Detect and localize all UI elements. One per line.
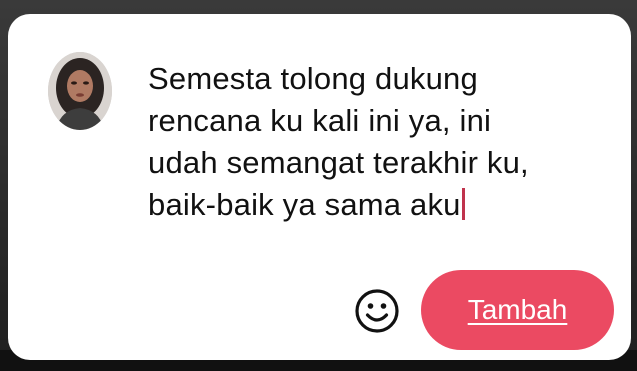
comment-input-card: Semesta tolong dukung rencana ku kali in… [8,14,631,360]
avatar-image [48,52,112,130]
avatar [48,52,112,130]
comment-line-1: Semesta tolong dukung [148,61,478,96]
emoji-button[interactable] [354,288,400,334]
comment-input[interactable]: Semesta tolong dukung rencana ku kali in… [148,58,608,226]
submit-button-label: Tambah [467,294,568,325]
comment-line-2: rencana ku kali ini ya, ini [148,103,492,138]
text-caret [461,188,465,220]
smiley-icon [355,289,399,333]
comment-line-4: baik-baik ya sama aku [148,187,461,222]
submit-button[interactable]: Tambah [421,270,614,350]
comment-line-3: udah semangat terakhir ku, [148,145,529,180]
